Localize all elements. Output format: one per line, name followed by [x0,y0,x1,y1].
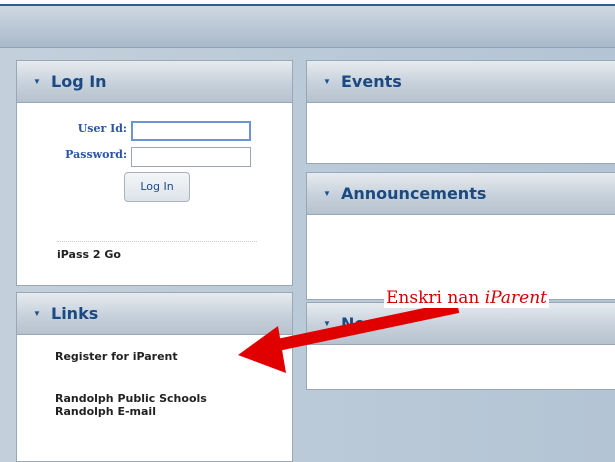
arrow-shaft [266,301,460,353]
annotation-emphasis: iParent [484,288,548,308]
arrow-head [238,326,286,373]
annotation-prefix: Enskri nan [386,288,485,308]
annotation-label: Enskri nan iParent [384,288,550,308]
annotation-arrow [238,301,460,373]
